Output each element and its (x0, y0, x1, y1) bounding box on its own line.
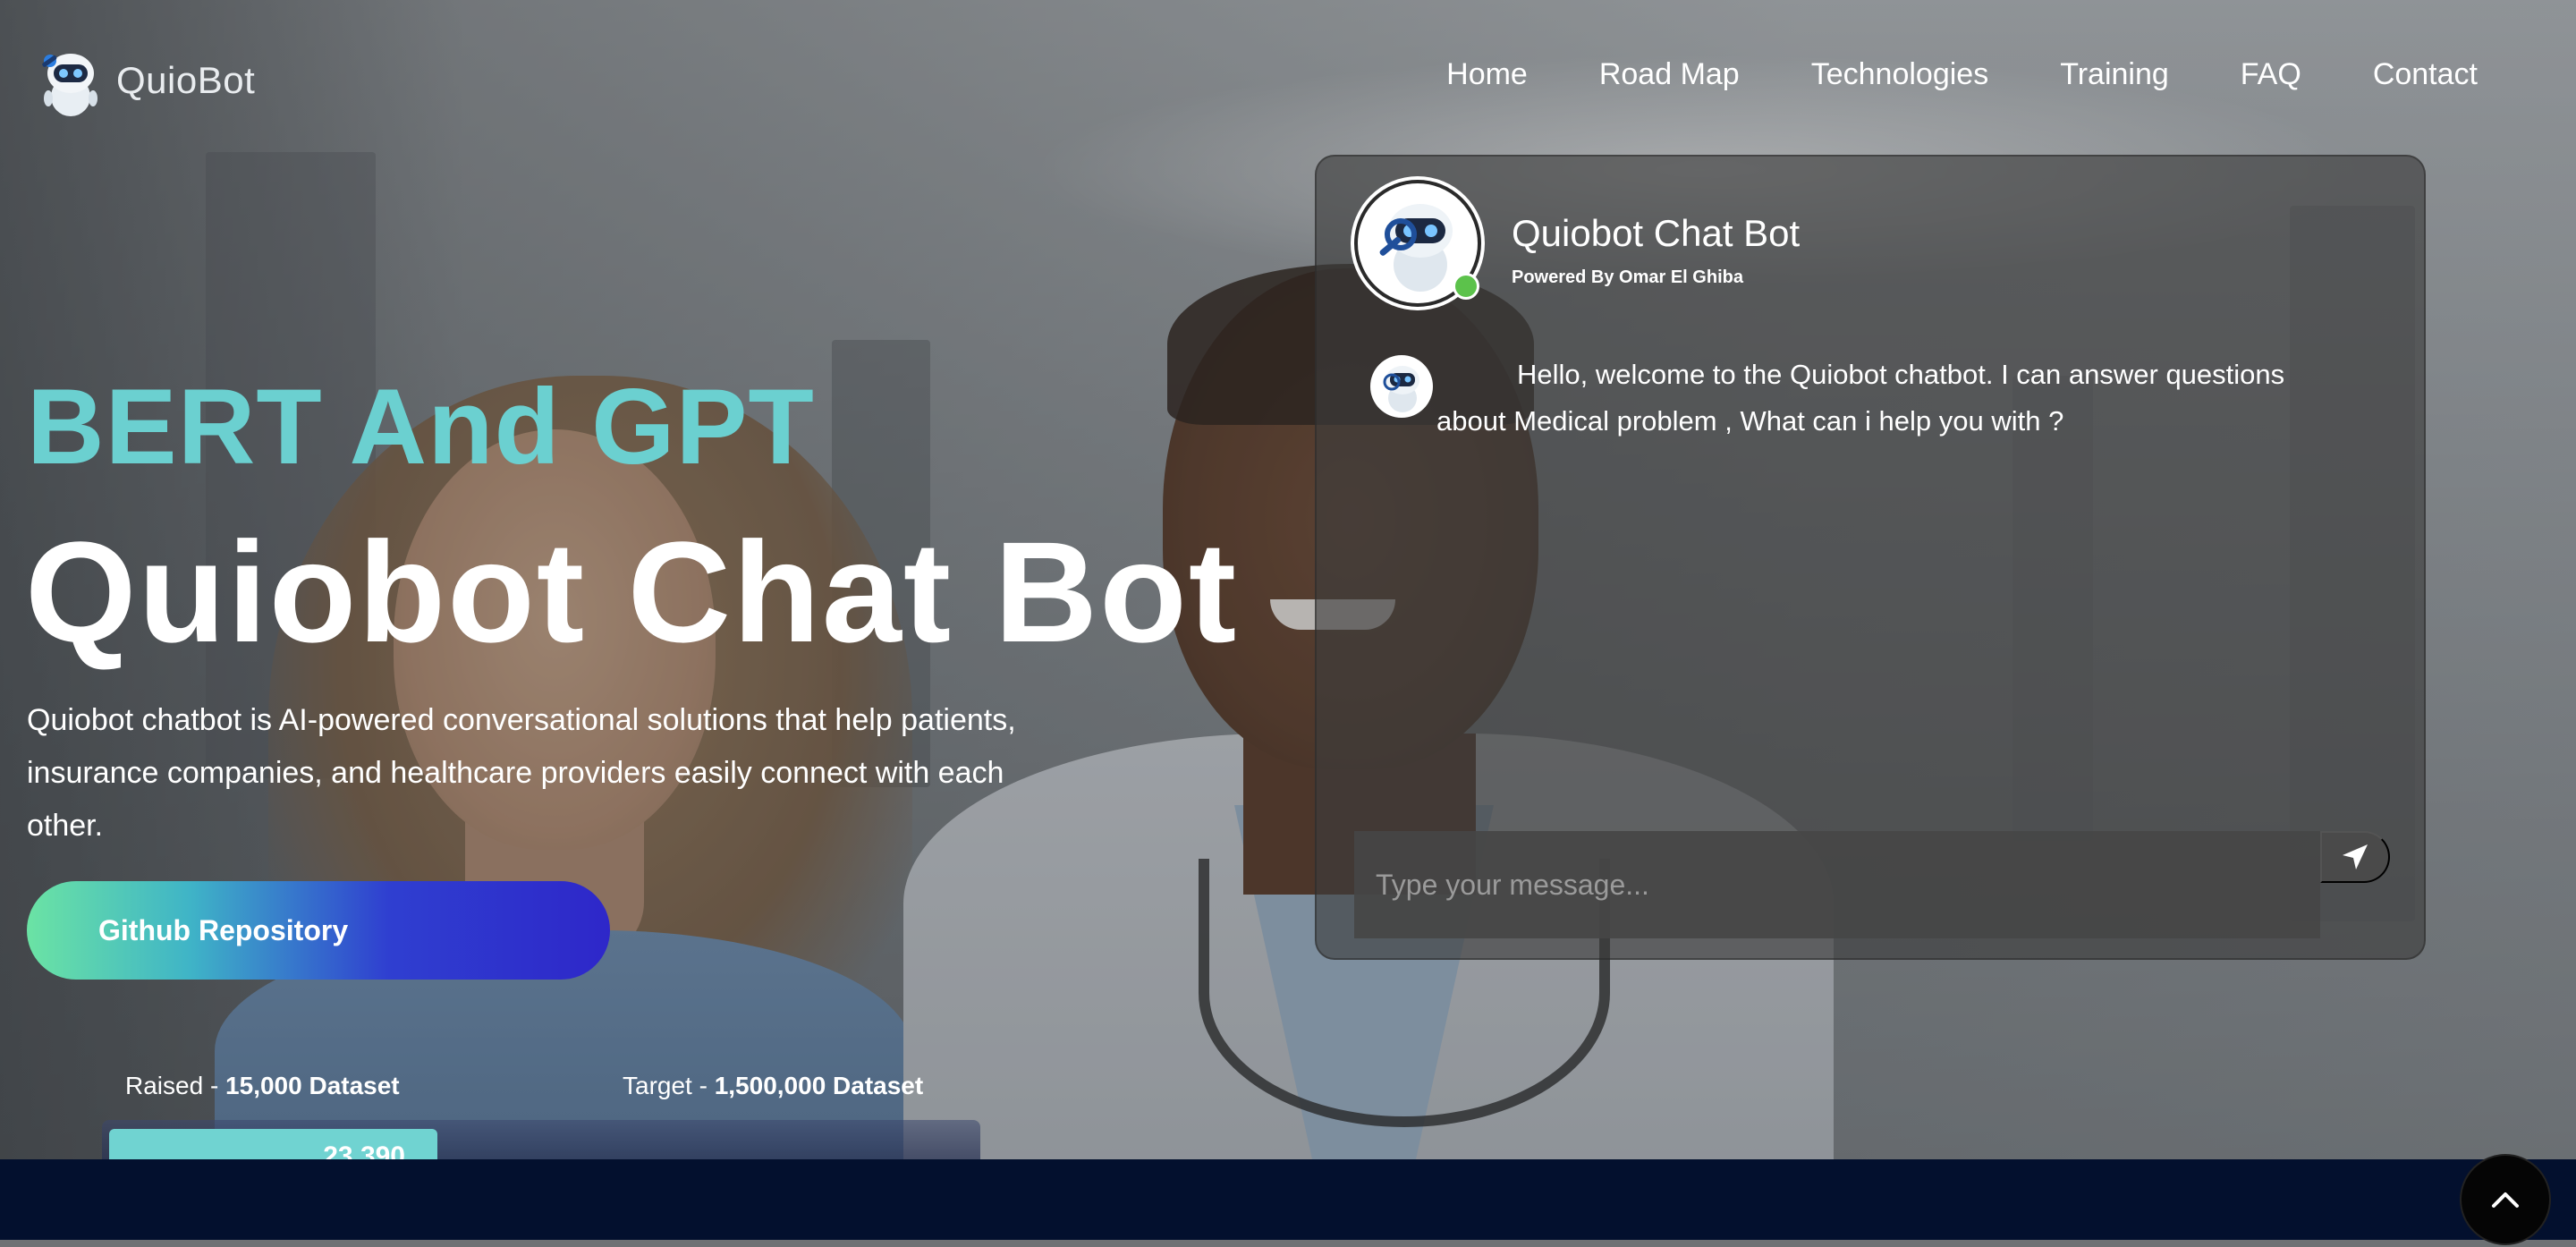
chevron-up-icon (2492, 1192, 2519, 1208)
robot-icon (36, 43, 106, 118)
raised-label: Raised - (125, 1072, 226, 1099)
hero-kicker: BERT And GPT (27, 367, 815, 487)
raised-value: 15,000 Dataset (225, 1072, 400, 1099)
online-status-dot (1453, 273, 1479, 300)
send-arrow-icon (2343, 844, 2368, 870)
target-stat: Target - 1,500,000 Dataset (623, 1072, 923, 1100)
robot-icon (1383, 366, 1419, 412)
hero-description: Quiobot chatbot is AI-powered conversati… (27, 703, 1016, 843)
nav-home[interactable]: Home (1446, 57, 1528, 92)
chat-header: Quiobot Chat Bot Powered By Omar El Ghib… (1354, 180, 1800, 307)
brand-name: QuioBot (116, 59, 256, 101)
send-button[interactable] (2320, 831, 2390, 883)
nav-contact[interactable]: Contact (2373, 57, 2478, 92)
nav-training[interactable]: Training (2060, 57, 2169, 92)
brand[interactable]: QuioBot (36, 43, 255, 118)
target-label: Target - (623, 1072, 715, 1099)
chat-message-bot: Hello, welcome to the Quiobot chatbot. I… (1370, 355, 2354, 445)
chat-message-input[interactable] (1354, 831, 2320, 938)
hero-title: Quiobot Chat Bot (25, 512, 1239, 672)
chat-message-text: Hello, welcome to the Quiobot chatbot. I… (1436, 359, 2285, 437)
bot-avatar (1370, 355, 1433, 418)
chat-subtitle: Powered By Omar El Ghiba (1512, 267, 1743, 287)
bottom-edge (0, 1240, 2576, 1247)
nav-faq[interactable]: FAQ (2241, 57, 2301, 92)
robot-icon (1379, 204, 1453, 292)
chat-avatar (1354, 180, 1481, 307)
bottom-bar (0, 1159, 2576, 1240)
nav-road-map[interactable]: Road Map (1599, 57, 1740, 92)
nav-technologies[interactable]: Technologies (1811, 57, 1988, 92)
github-repository-button[interactable]: Github Repository (27, 881, 610, 980)
chat-composer (1354, 831, 2320, 938)
main-menu: Home Road Map Technologies Training FAQ … (1446, 57, 2478, 92)
chat-panel: Quiobot Chat Bot Powered By Omar El Ghib… (1315, 155, 2426, 960)
scroll-to-top-button[interactable] (2460, 1154, 2551, 1245)
target-value: 1,500,000 Dataset (714, 1072, 924, 1099)
chat-title: Quiobot Chat Bot (1512, 212, 1801, 254)
navbar: QuioBot Home Road Map Technologies Train… (0, 0, 2576, 161)
chat-title-block: Quiobot Chat Bot Powered By Omar El Ghib… (1512, 212, 1800, 288)
raised-stat: Raised - 15,000 Dataset (125, 1072, 400, 1100)
